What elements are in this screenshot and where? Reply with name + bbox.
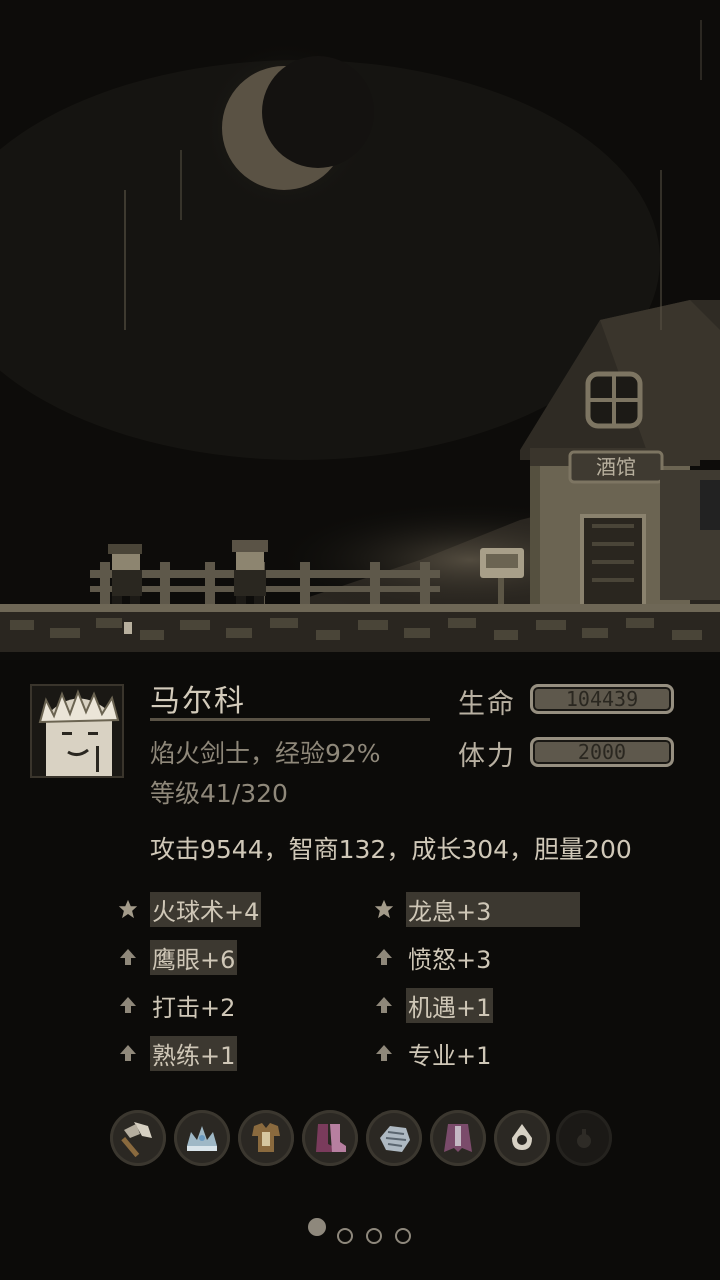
armor-icon bbox=[252, 1123, 280, 1152]
star-icon bbox=[114, 895, 142, 923]
skill-label: 机遇+1 bbox=[406, 987, 494, 1023]
ring-icon bbox=[512, 1124, 532, 1150]
character-level: 等级41/320 bbox=[150, 779, 288, 808]
hp-value: 104439 bbox=[565, 687, 639, 711]
character-portrait[interactable] bbox=[30, 684, 124, 778]
star-icon bbox=[370, 895, 398, 923]
character-class-exp: 焰火剑士，经验92% bbox=[150, 739, 381, 768]
page-dot-4[interactable] bbox=[395, 1228, 411, 1244]
equip-slot-empty[interactable] bbox=[556, 1110, 612, 1166]
up-arrow-icon bbox=[114, 1039, 142, 1067]
boots-icon bbox=[316, 1124, 346, 1152]
avatar-face-icon bbox=[32, 686, 122, 776]
tavern-sign-text: 酒馆 bbox=[596, 455, 636, 479]
up-arrow-icon bbox=[114, 991, 142, 1019]
hp-label: 生命 bbox=[458, 689, 516, 720]
equip-slot-armor[interactable] bbox=[238, 1110, 294, 1166]
up-arrow-icon bbox=[370, 1039, 398, 1067]
skill-strike[interactable]: 打击+2 bbox=[114, 989, 237, 1022]
skill-label: 专业+1 bbox=[408, 1041, 492, 1070]
stamina-label: 体力 bbox=[458, 741, 516, 772]
up-arrow-icon bbox=[370, 991, 398, 1019]
skill-fireball[interactable]: 火球术+4 bbox=[114, 891, 262, 927]
game-scene: 酒馆 bbox=[0, 0, 720, 660]
equip-slot-gauntlet[interactable] bbox=[366, 1110, 422, 1166]
hp-bar: 104439 bbox=[530, 684, 674, 714]
skill-rage[interactable]: 愤怒+3 bbox=[370, 941, 493, 974]
equip-slot-axe[interactable] bbox=[110, 1110, 166, 1166]
torch-icon bbox=[124, 622, 132, 634]
skill-expertise[interactable]: 专业+1 bbox=[370, 1037, 493, 1070]
page-dot-1[interactable] bbox=[308, 1218, 326, 1236]
equip-slot-boots[interactable] bbox=[302, 1110, 358, 1166]
skill-opportunity[interactable]: 机遇+1 bbox=[370, 987, 494, 1023]
moon-icon bbox=[195, 38, 375, 218]
name-divider bbox=[150, 718, 430, 721]
skill-label: 愤怒+3 bbox=[408, 945, 492, 974]
up-arrow-icon bbox=[114, 943, 142, 971]
skill-label: 火球术+4 bbox=[150, 891, 262, 927]
character-name: 马尔科 bbox=[150, 684, 246, 719]
stamina-value: 2000 bbox=[577, 740, 627, 764]
skill-eagle-eye[interactable]: 鹰眼+6 bbox=[114, 939, 238, 975]
page-dot-3[interactable] bbox=[366, 1228, 382, 1244]
equip-slot-crown[interactable] bbox=[174, 1110, 230, 1166]
skill-label: 鹰眼+6 bbox=[150, 939, 238, 975]
page-indicator bbox=[306, 1218, 416, 1246]
axe-icon bbox=[121, 1122, 152, 1158]
equip-slot-ring[interactable] bbox=[494, 1110, 550, 1166]
up-arrow-icon bbox=[370, 943, 398, 971]
crown-icon bbox=[187, 1126, 217, 1151]
attributes-line: 攻击9544，智商132，成长304，胆量200 bbox=[150, 835, 632, 864]
skill-label: 熟练+1 bbox=[150, 1035, 238, 1071]
stamina-bar: 2000 bbox=[530, 737, 674, 767]
gauntlet-icon bbox=[380, 1126, 410, 1152]
skill-dragon-breath[interactable]: 龙息+3 bbox=[370, 891, 580, 927]
empty-slot-icon bbox=[577, 1129, 591, 1148]
skill-label: 龙息+3 bbox=[406, 891, 580, 927]
skill-label: 打击+2 bbox=[152, 993, 236, 1022]
equip-slot-cape[interactable] bbox=[430, 1110, 486, 1166]
cape-icon bbox=[444, 1124, 472, 1152]
page-dot-2[interactable] bbox=[337, 1228, 353, 1244]
skill-proficiency[interactable]: 熟练+1 bbox=[114, 1035, 238, 1071]
